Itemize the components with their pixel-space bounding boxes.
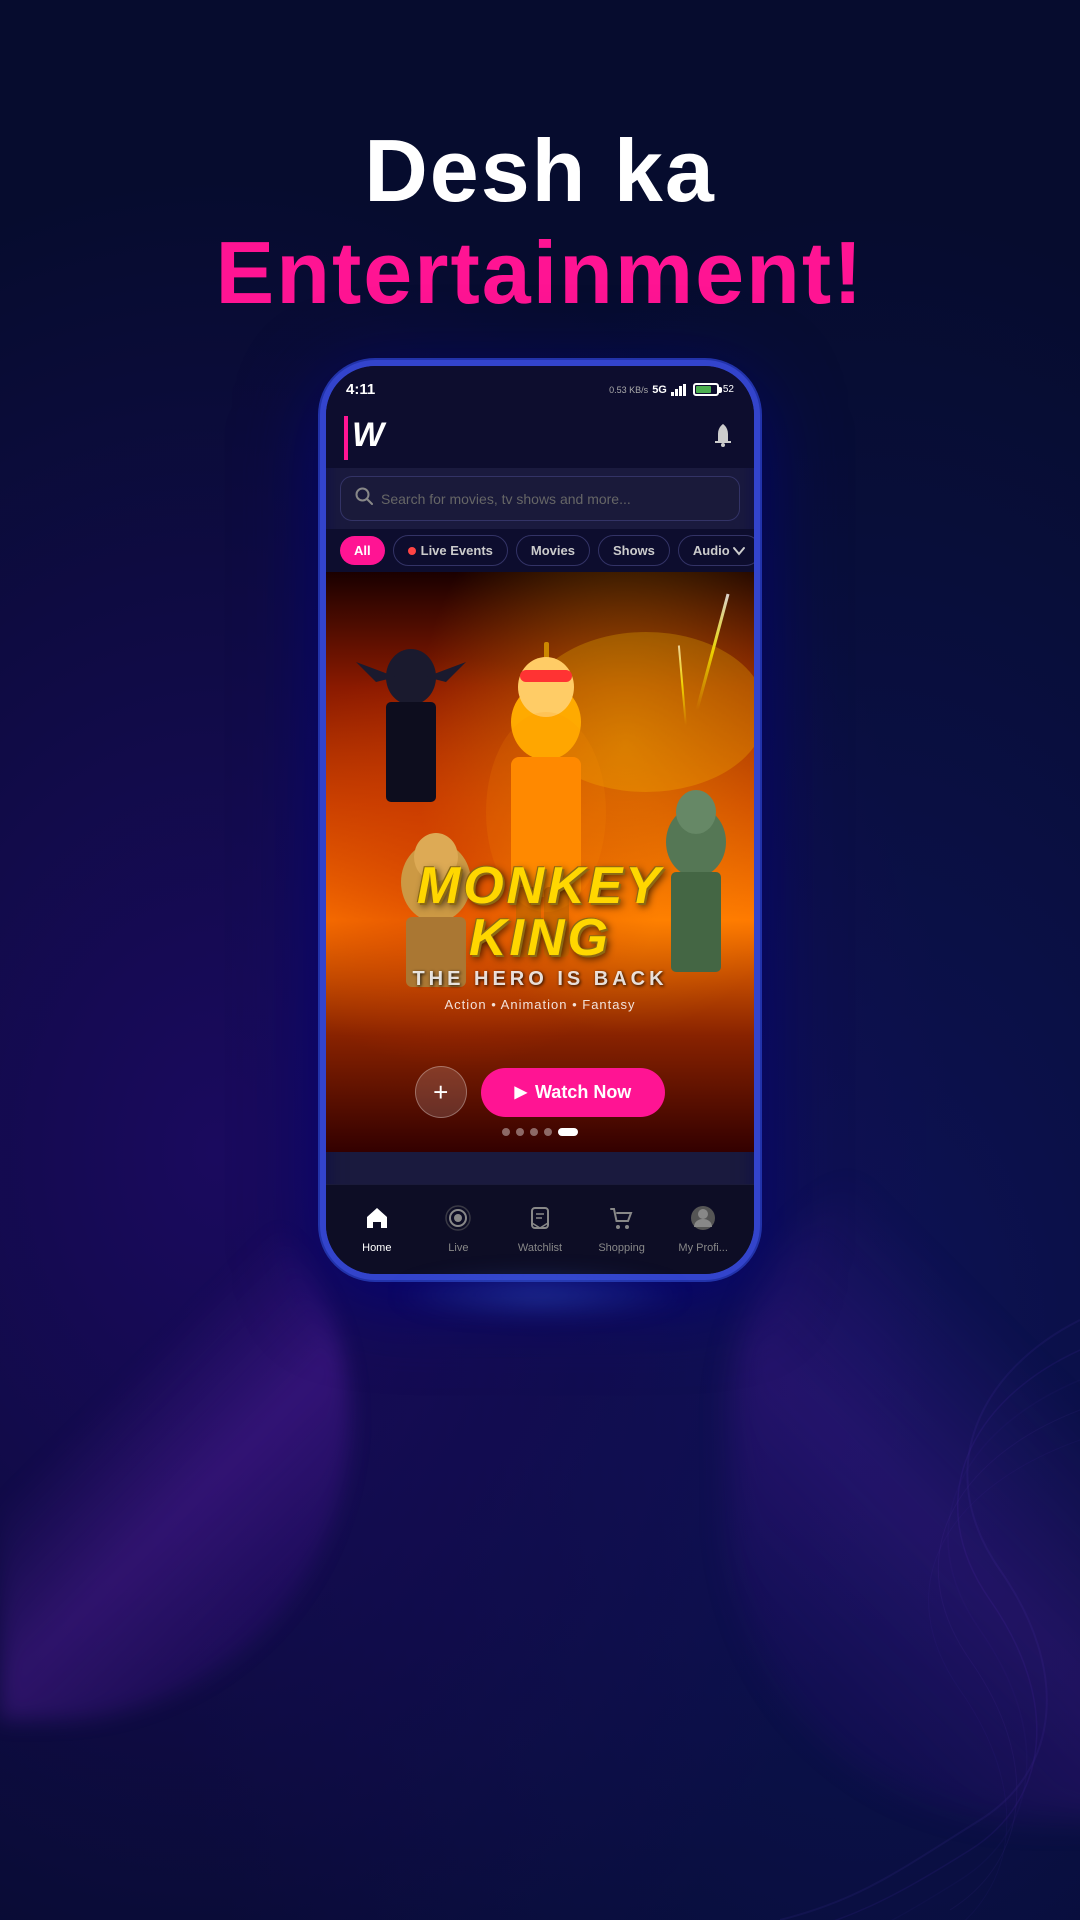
movie-genres: Action • Animation • Fantasy bbox=[326, 997, 754, 1012]
network-speed: 0.53 KB/s bbox=[609, 385, 648, 395]
nav-profile[interactable]: My Profi... bbox=[662, 1205, 744, 1254]
tab-movies[interactable]: Movies bbox=[516, 535, 590, 566]
search-placeholder: Search for movies, tv shows and more... bbox=[381, 491, 631, 507]
dot-5-active bbox=[558, 1128, 578, 1136]
battery-fill bbox=[696, 386, 711, 393]
battery-percent: 52 bbox=[723, 384, 734, 395]
hero-banner[interactable]: MONKEY KING THE HERO IS BACK Action • An… bbox=[326, 572, 754, 1152]
tab-live-events[interactable]: Live Events bbox=[393, 535, 508, 566]
hero-line2: Entertainment! bbox=[0, 222, 1080, 324]
app-header: W bbox=[326, 408, 754, 468]
nav-profile-label: My Profi... bbox=[678, 1242, 728, 1254]
live-dot bbox=[408, 547, 416, 555]
filter-tabs: All Live Events Movies Shows Audio bbox=[326, 529, 754, 572]
tab-all[interactable]: All bbox=[340, 536, 385, 565]
logo-svg: W bbox=[352, 416, 394, 452]
movie-subtitle: THE HERO IS BACK bbox=[326, 968, 754, 991]
tab-audio[interactable]: Audio bbox=[678, 535, 754, 566]
network-type: 5G bbox=[652, 384, 667, 396]
nav-watchlist[interactable]: Watchlist bbox=[499, 1205, 581, 1254]
live-icon bbox=[445, 1205, 471, 1238]
home-icon bbox=[364, 1205, 390, 1238]
tab-shows[interactable]: Shows bbox=[598, 535, 670, 566]
dot-1 bbox=[502, 1128, 510, 1136]
nav-home-label: Home bbox=[362, 1242, 391, 1254]
nav-shopping[interactable]: Shopping bbox=[581, 1205, 663, 1254]
banner-buttons: + ▶ Watch Now bbox=[415, 1066, 666, 1118]
phone-mockup: 4:11 0.53 KB/s 5G 52 bbox=[320, 360, 760, 1280]
phone-reflection bbox=[390, 1270, 690, 1320]
play-icon: ▶ bbox=[515, 1082, 527, 1102]
nav-live[interactable]: Live bbox=[418, 1205, 500, 1254]
movie-title-line1: MONKEY bbox=[326, 860, 754, 912]
add-to-watchlist-button[interactable]: + bbox=[415, 1066, 467, 1118]
dot-2 bbox=[516, 1128, 524, 1136]
banner-controls: + ▶ Watch Now bbox=[326, 1066, 754, 1136]
search-bar[interactable]: Search for movies, tv shows and more... bbox=[340, 476, 740, 521]
movie-title-line2: KING bbox=[326, 912, 754, 964]
status-bar: 4:11 0.53 KB/s 5G 52 bbox=[326, 366, 754, 408]
nav-home[interactable]: Home bbox=[336, 1205, 418, 1254]
search-icon bbox=[355, 487, 373, 510]
watch-now-button[interactable]: ▶ Watch Now bbox=[481, 1068, 666, 1117]
battery-icon bbox=[693, 383, 719, 396]
bottom-nav: Home Live bbox=[326, 1184, 754, 1274]
phone-frame: 4:11 0.53 KB/s 5G 52 bbox=[320, 360, 760, 1280]
banner-title: MONKEY KING THE HERO IS BACK Action • An… bbox=[326, 860, 754, 1012]
app-logo: W bbox=[344, 416, 394, 460]
nav-live-label: Live bbox=[448, 1242, 468, 1254]
dot-4 bbox=[544, 1128, 552, 1136]
hero-text-container: Desh ka Entertainment! bbox=[0, 120, 1080, 324]
nav-shopping-label: Shopping bbox=[598, 1242, 645, 1254]
hero-line1: Desh ka bbox=[0, 120, 1080, 222]
notification-bell-icon[interactable] bbox=[710, 422, 736, 454]
svg-text:W: W bbox=[352, 416, 387, 452]
status-icons: 0.53 KB/s 5G 52 bbox=[609, 383, 734, 396]
watchlist-icon bbox=[527, 1205, 553, 1238]
profile-icon bbox=[690, 1205, 716, 1238]
pagination-dots bbox=[502, 1128, 578, 1136]
nav-watchlist-label: Watchlist bbox=[518, 1242, 562, 1254]
signal-icon bbox=[671, 383, 689, 396]
chevron-down-icon bbox=[732, 544, 746, 558]
dot-3 bbox=[530, 1128, 538, 1136]
shopping-icon bbox=[609, 1205, 635, 1238]
status-time: 4:11 bbox=[346, 381, 375, 398]
